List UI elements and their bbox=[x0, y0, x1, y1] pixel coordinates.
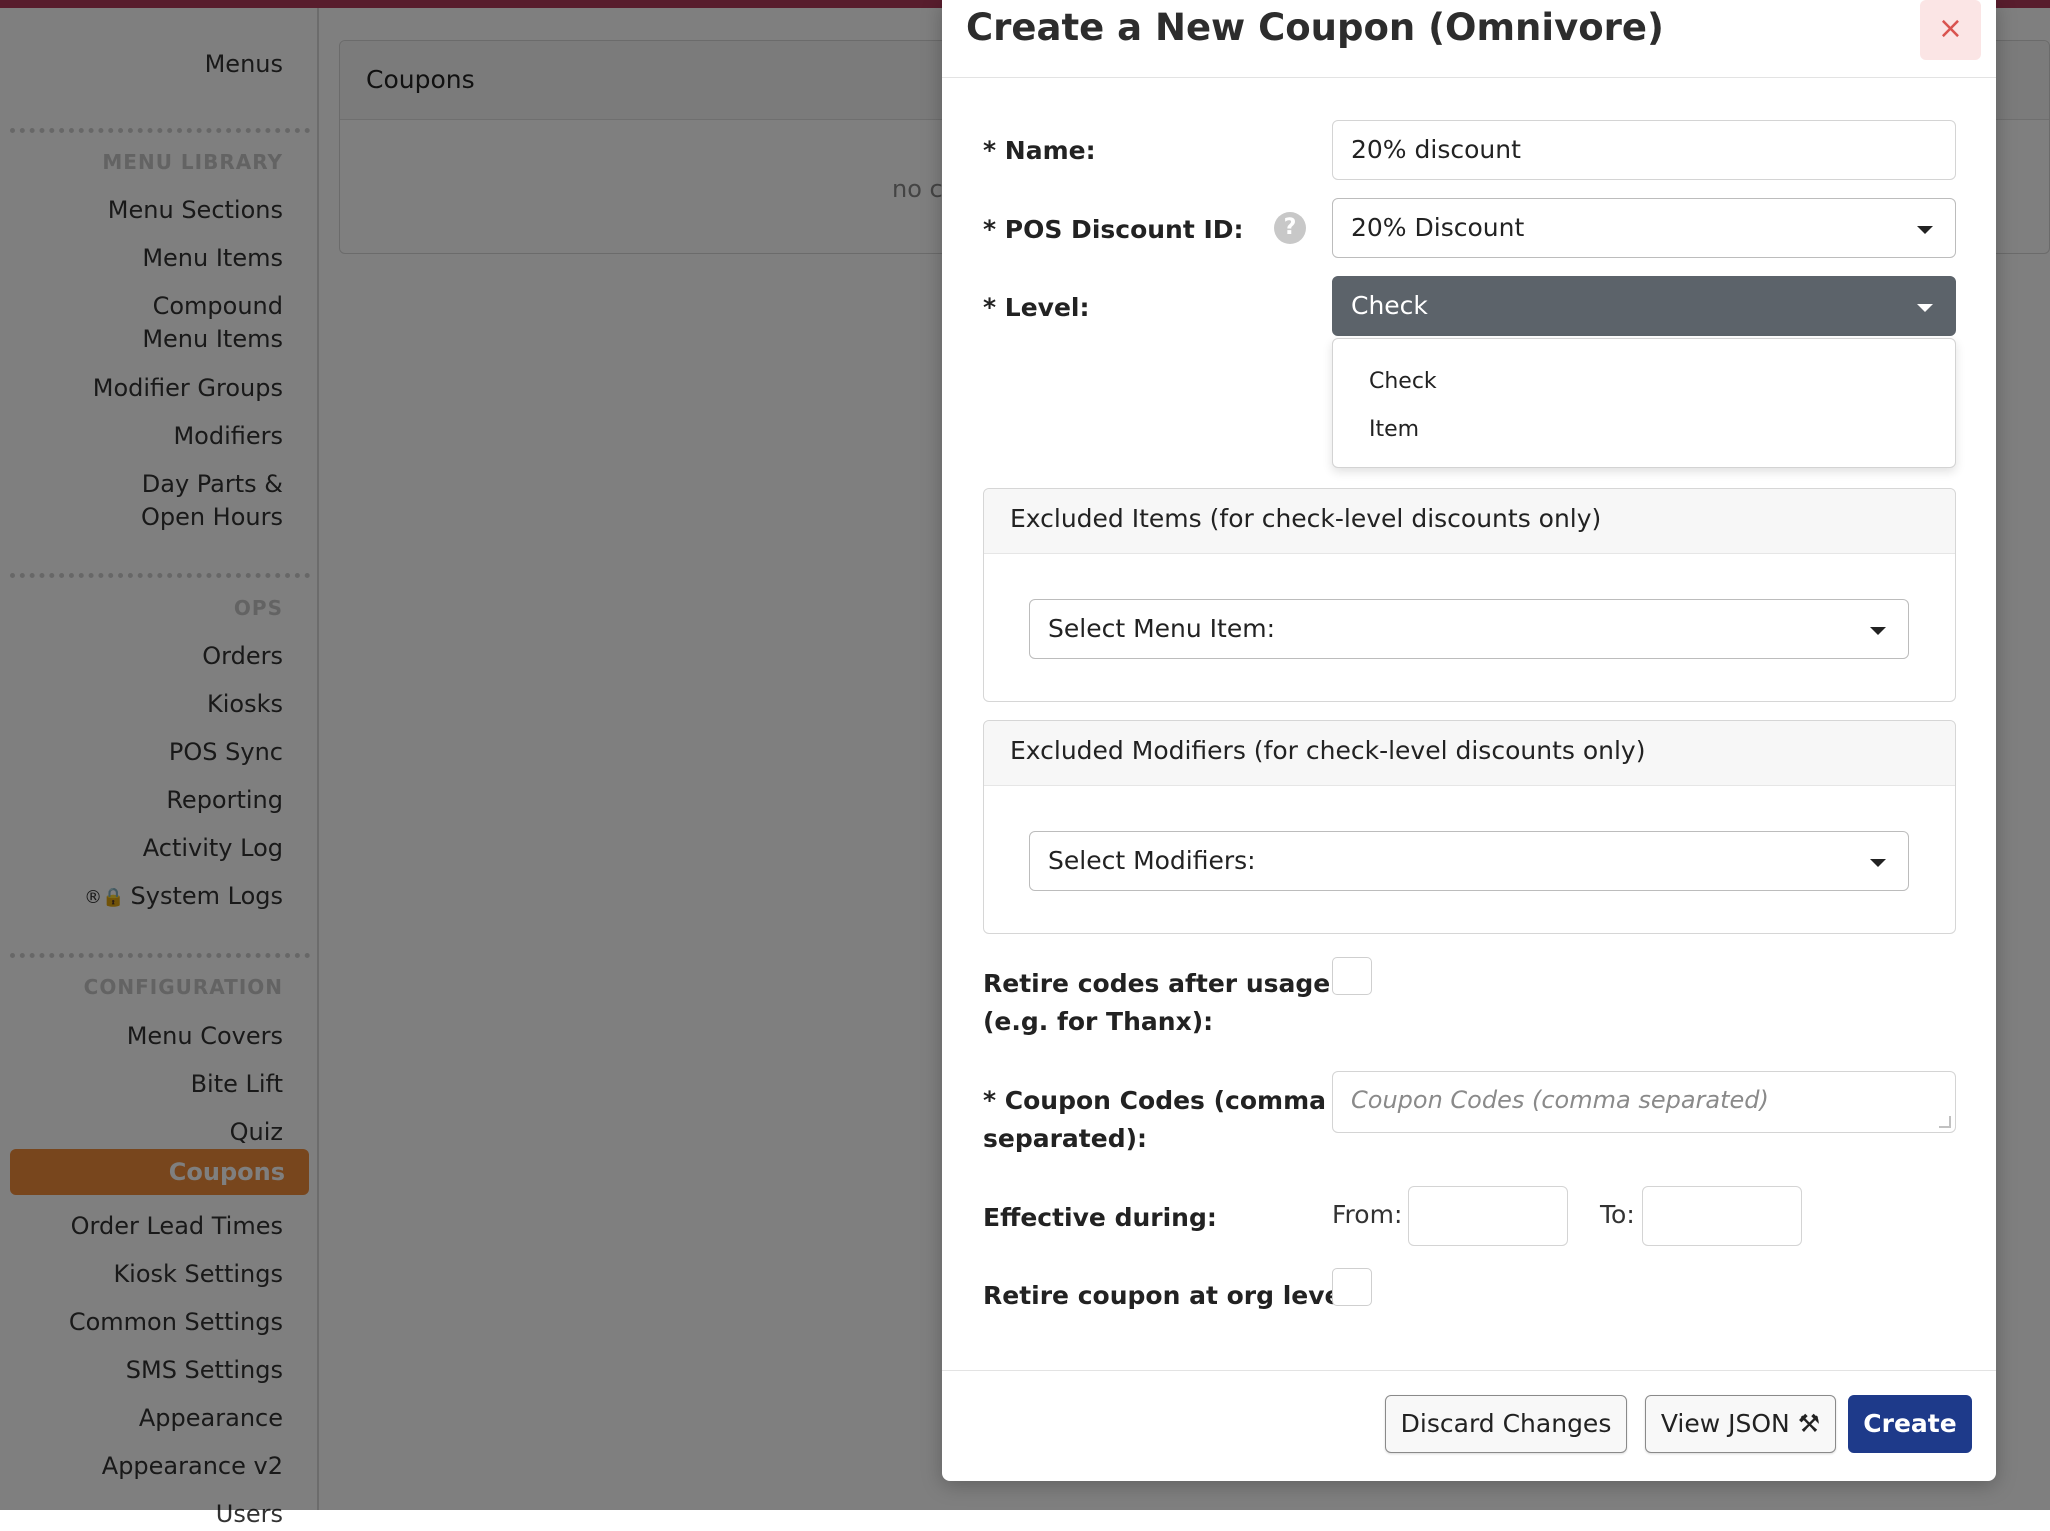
excluded-items-card: Excluded Items (for check-level discount… bbox=[983, 488, 1956, 702]
level-value: Check bbox=[1351, 291, 1428, 320]
effective-during-label: Effective during: bbox=[983, 1203, 1217, 1232]
modifiers-select-label: Select Modifiers: bbox=[1048, 846, 1256, 875]
chevron-down-icon bbox=[1917, 304, 1933, 312]
retire-org-checkbox[interactable] bbox=[1332, 1268, 1372, 1306]
close-icon: × bbox=[1937, 11, 1964, 46]
coupon-codes-label-line: separated): bbox=[983, 1124, 1148, 1153]
to-label: To: bbox=[1600, 1200, 1635, 1229]
excluded-modifiers-card: Excluded Modifiers (for check-level disc… bbox=[983, 720, 1956, 934]
excluded-modifiers-title: Excluded Modifiers (for check-level disc… bbox=[1010, 736, 1646, 765]
view-json-button[interactable]: View JSON ⚒ bbox=[1645, 1395, 1836, 1453]
create-coupon-modal: Create a New Coupon (Omnivore) × * Name:… bbox=[942, 0, 1996, 1481]
from-label: From: bbox=[1332, 1200, 1403, 1229]
modifiers-select[interactable]: Select Modifiers: bbox=[1029, 831, 1909, 891]
modal-footer-divider bbox=[942, 1370, 1996, 1371]
retire-codes-label: Retire codes after usage (e.g. for Thanx… bbox=[983, 965, 1330, 1041]
coupon-codes-textarea[interactable]: Coupon Codes (comma separated) bbox=[1332, 1071, 1956, 1133]
level-select[interactable]: Check bbox=[1332, 276, 1956, 336]
level-option-item[interactable]: Item bbox=[1369, 417, 1419, 442]
close-button[interactable]: × bbox=[1920, 0, 1981, 60]
level-option-check[interactable]: Check bbox=[1369, 369, 1437, 394]
pos-discount-value: 20% Discount bbox=[1351, 213, 1525, 242]
chevron-down-icon bbox=[1870, 859, 1886, 867]
retire-codes-label-line: (e.g. for Thanx): bbox=[983, 1007, 1214, 1036]
resize-handle-icon[interactable] bbox=[1939, 1116, 1951, 1128]
pos-discount-select[interactable]: 20% Discount bbox=[1332, 198, 1956, 258]
help-icon[interactable]: ? bbox=[1274, 212, 1306, 244]
menu-item-select-label: Select Menu Item: bbox=[1048, 614, 1275, 643]
level-label: * Level: bbox=[983, 293, 1090, 322]
retire-codes-checkbox[interactable] bbox=[1332, 957, 1372, 995]
pos-discount-label: * POS Discount ID: bbox=[983, 215, 1244, 244]
retire-codes-label-line: Retire codes after usage bbox=[983, 969, 1331, 998]
discard-changes-button[interactable]: Discard Changes bbox=[1385, 1395, 1627, 1453]
create-button[interactable]: Create bbox=[1848, 1395, 1972, 1453]
name-input[interactable]: 20% discount bbox=[1332, 120, 1956, 180]
modal-title: Create a New Coupon (Omnivore) bbox=[966, 6, 1664, 49]
coupon-codes-label-line: * Coupon Codes (comma bbox=[983, 1086, 1327, 1115]
coupon-codes-label: * Coupon Codes (comma separated): bbox=[983, 1082, 1326, 1158]
name-label: * Name: bbox=[983, 136, 1096, 165]
menu-item-select[interactable]: Select Menu Item: bbox=[1029, 599, 1909, 659]
modal-header-divider bbox=[942, 77, 1996, 78]
chevron-down-icon bbox=[1917, 226, 1933, 234]
excluded-items-title: Excluded Items (for check-level discount… bbox=[1010, 504, 1602, 533]
from-date-input[interactable] bbox=[1408, 1186, 1568, 1246]
level-dropdown-menu: Check Item bbox=[1332, 338, 1956, 468]
chevron-down-icon bbox=[1870, 627, 1886, 635]
to-date-input[interactable] bbox=[1642, 1186, 1802, 1246]
retire-org-label: Retire coupon at org level: bbox=[983, 1281, 1361, 1310]
coupon-codes-placeholder: Coupon Codes (comma separated) bbox=[1351, 1086, 1769, 1114]
